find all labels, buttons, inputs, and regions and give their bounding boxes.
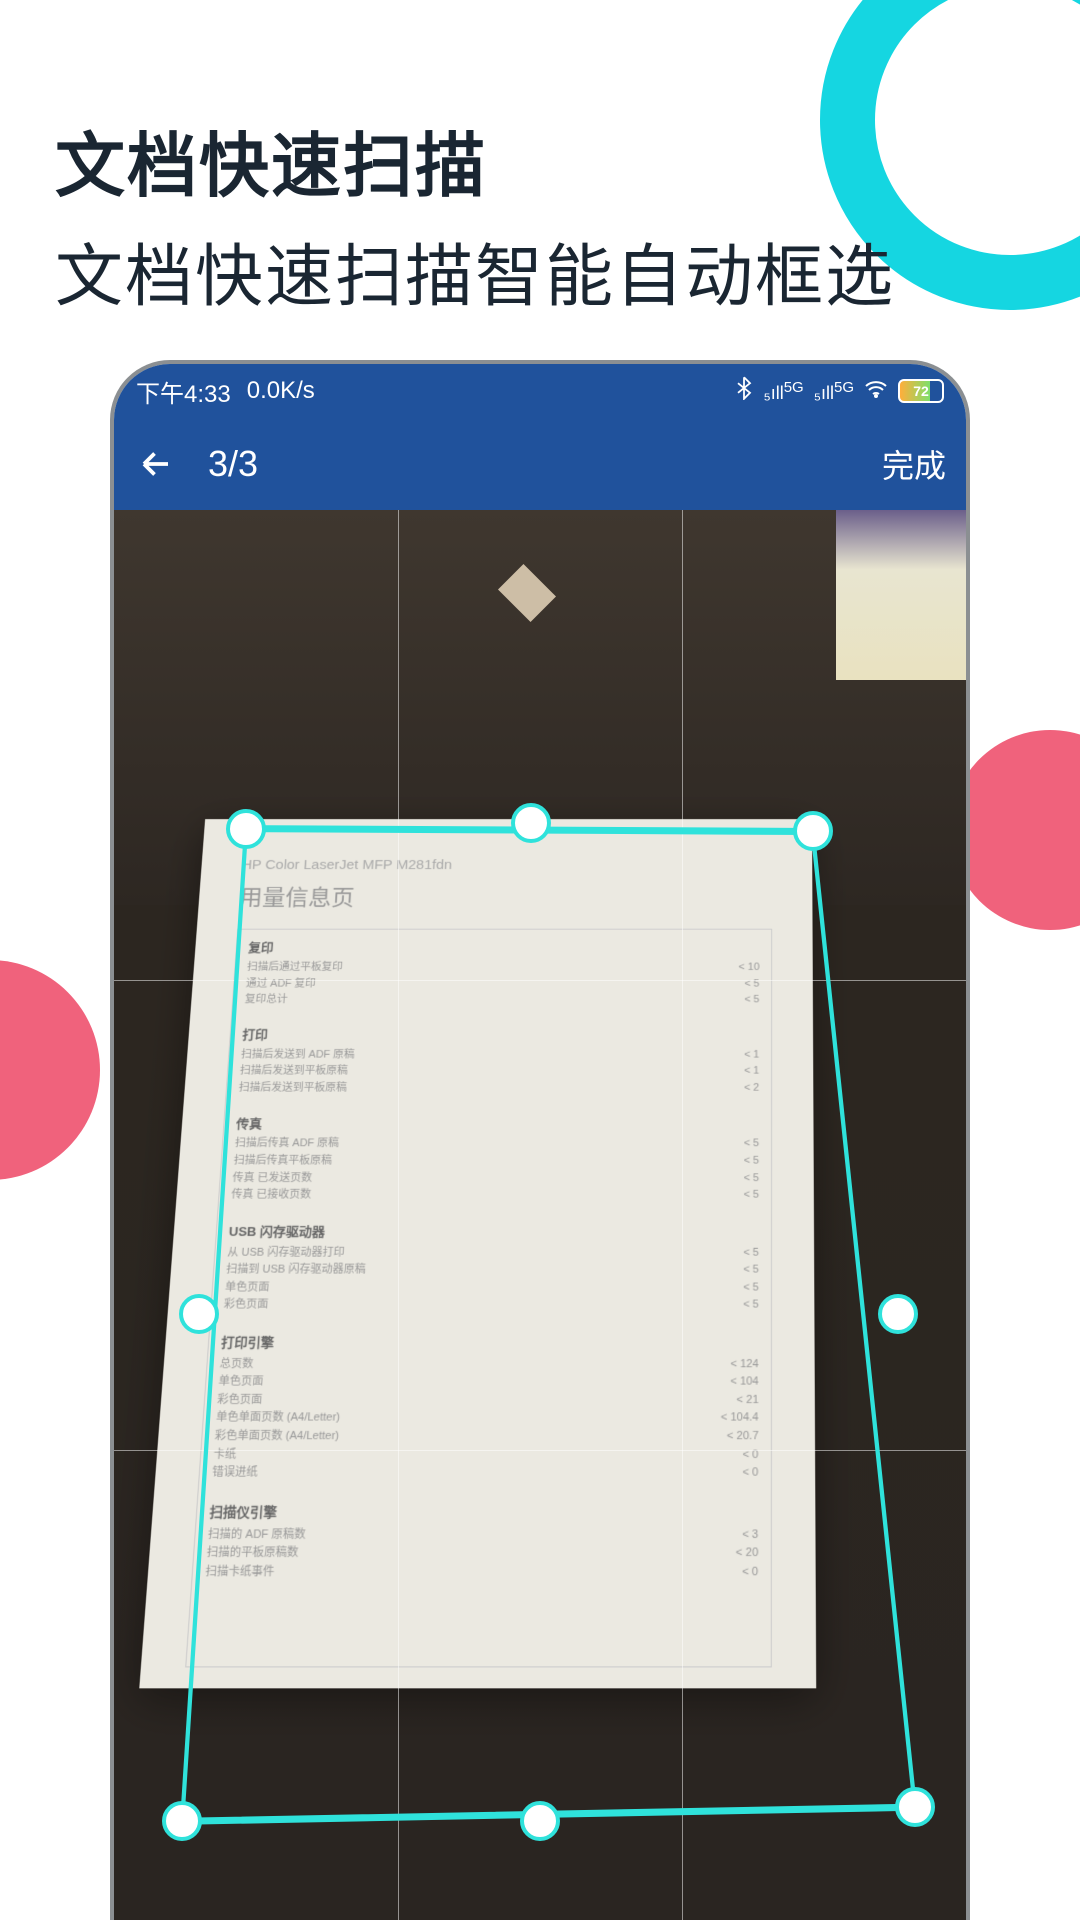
crop-handle[interactable] bbox=[878, 1294, 918, 1334]
decorative-circle-pink-left bbox=[0, 960, 100, 1180]
battery-pct: 72 bbox=[913, 383, 929, 399]
back-button[interactable] bbox=[134, 442, 178, 486]
promo-heading: 文档快速扫描 文档快速扫描智能自动框选 bbox=[55, 110, 1025, 320]
promo-subtitle: 文档快速扫描智能自动框选 bbox=[55, 221, 1025, 320]
signal-icon-1: ₅ıll5G bbox=[763, 379, 803, 404]
app-bar: 3/3 完成 bbox=[114, 418, 966, 510]
bluetooth-icon bbox=[735, 376, 753, 407]
done-button[interactable]: 完成 bbox=[882, 441, 946, 487]
crop-handle[interactable] bbox=[895, 1787, 935, 1827]
status-net-speed: 0.0K/s bbox=[247, 377, 315, 405]
crop-handle[interactable] bbox=[226, 809, 266, 849]
crop-handle[interactable] bbox=[179, 1294, 219, 1334]
arrow-left-icon bbox=[138, 446, 174, 482]
battery-icon: 72 bbox=[898, 379, 944, 403]
page-counter: 3/3 bbox=[208, 443, 258, 485]
status-bar: 下午4:33 0.0K/s ₅ıll5G ₅ıll5G 72 bbox=[114, 364, 966, 418]
scan-viewport[interactable]: HP Color LaserJet MFP M281fdn 用量信息页 复印扫描… bbox=[114, 510, 966, 1920]
wifi-icon bbox=[864, 377, 888, 405]
status-time: 下午4:33 bbox=[136, 374, 231, 409]
crop-handle[interactable] bbox=[793, 811, 833, 851]
promo-title: 文档快速扫描 bbox=[55, 110, 1025, 211]
crop-outline bbox=[114, 510, 966, 1920]
phone-mockup: 下午4:33 0.0K/s ₅ıll5G ₅ıll5G 72 3/3 完成 bbox=[110, 360, 970, 1920]
signal-icon-2: ₅ıll5G bbox=[814, 379, 854, 404]
